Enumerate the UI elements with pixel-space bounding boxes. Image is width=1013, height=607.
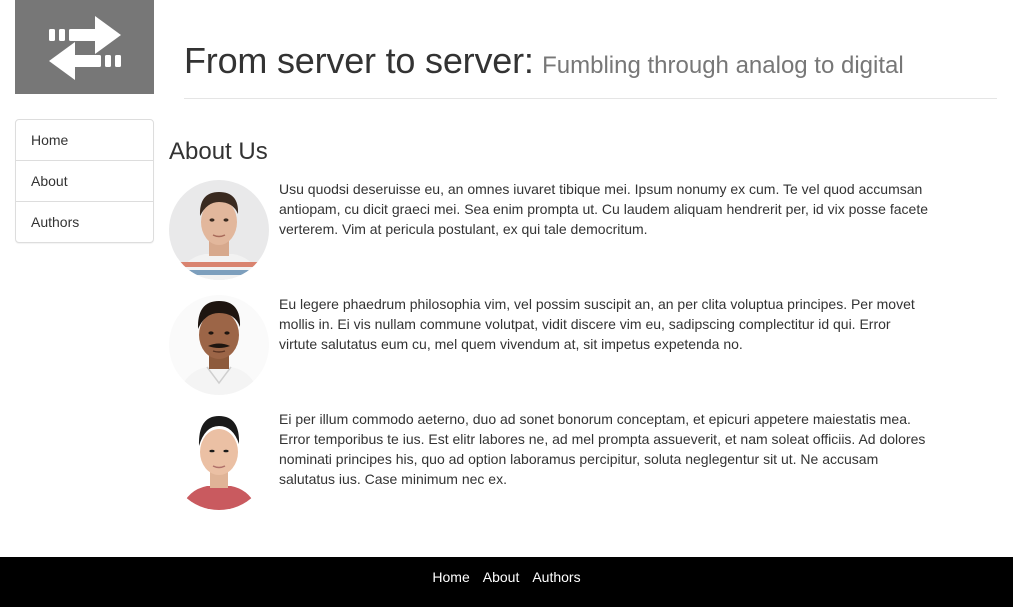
footer-link-home[interactable]: Home bbox=[432, 569, 469, 585]
page-header: From server to server: Fumbling through … bbox=[184, 40, 997, 99]
site-logo[interactable] bbox=[15, 0, 154, 94]
avatar bbox=[169, 180, 269, 280]
avatar bbox=[169, 410, 269, 510]
member-card: Ei per illum commodo aeterno, duo ad son… bbox=[169, 410, 949, 510]
member-bio: Ei per illum commodo aeterno, duo ad son… bbox=[279, 411, 926, 487]
site-title: From server to server: bbox=[184, 40, 534, 81]
sidebar-nav: Home About Authors bbox=[15, 119, 154, 243]
member-bio: Eu legere phaedrum philosophia vim, vel … bbox=[279, 296, 915, 352]
sidebar-item-about[interactable]: About bbox=[16, 161, 153, 202]
page-title: About Us bbox=[169, 138, 268, 165]
page: From server to server: Fumbling through … bbox=[0, 0, 1013, 607]
footer-link-about[interactable]: About bbox=[483, 569, 520, 585]
site-subtitle: Fumbling through analog to digital bbox=[542, 52, 904, 79]
swap-arrows-icon bbox=[48, 16, 121, 80]
sidebar-item-home[interactable]: Home bbox=[16, 120, 153, 161]
member-bio: Usu quodsi deseruisse eu, an omnes iuvar… bbox=[279, 181, 928, 237]
member-card: Usu quodsi deseruisse eu, an omnes iuvar… bbox=[169, 180, 949, 280]
footer-link-authors[interactable]: Authors bbox=[532, 569, 580, 585]
site-footer: Home About Authors bbox=[0, 557, 1013, 607]
member-card: Eu legere phaedrum philosophia vim, vel … bbox=[169, 295, 949, 395]
sidebar-item-authors[interactable]: Authors bbox=[16, 202, 153, 242]
avatar bbox=[169, 295, 269, 395]
